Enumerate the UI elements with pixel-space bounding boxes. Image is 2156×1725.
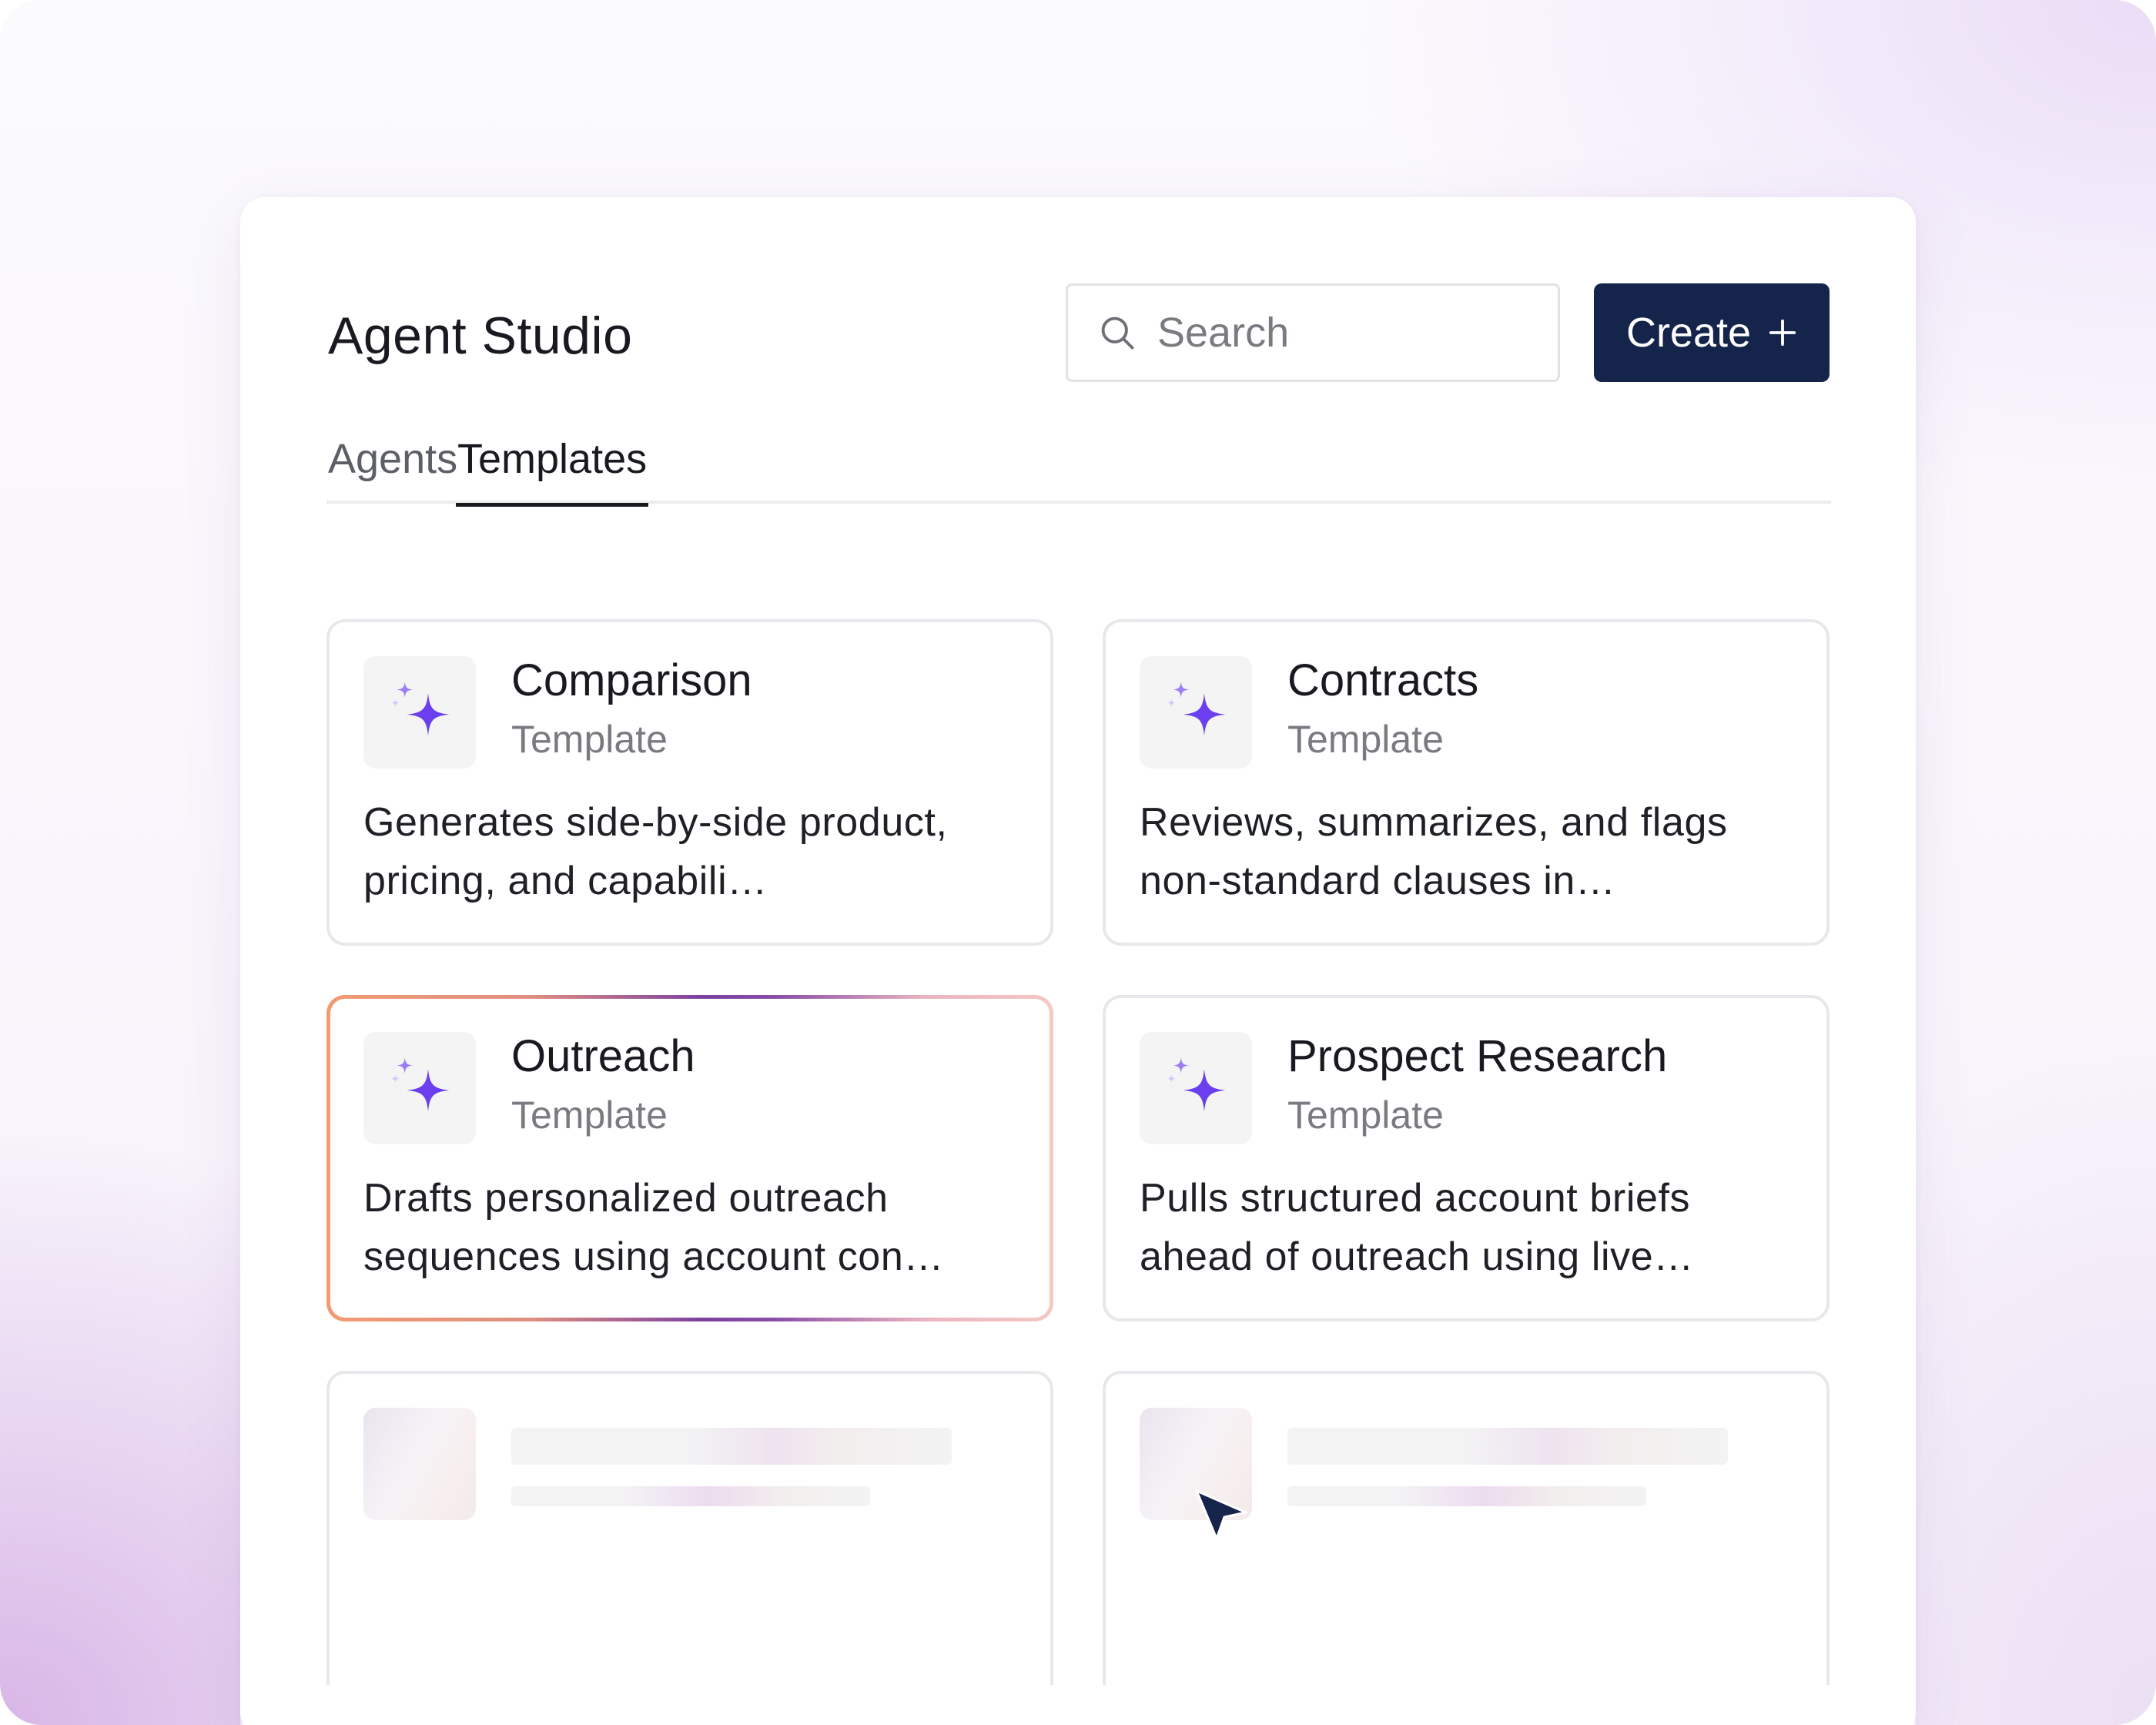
agent-studio-panel: Agent Studio Create Agents Templates Com… (240, 197, 1916, 1725)
skeleton-subtitle-line (1287, 1486, 1646, 1506)
tab-templates[interactable]: Templates (455, 428, 649, 507)
template-title: Comparison (511, 655, 752, 705)
tab-agents[interactable]: Agents (328, 428, 457, 504)
template-type-label: Template (1287, 718, 1444, 761)
template-title: Outreach (511, 1031, 695, 1081)
create-button[interactable]: Create (1594, 283, 1830, 382)
template-card-prospect-research[interactable]: Prospect Research Template Pulls structu… (1103, 995, 1830, 1321)
skeleton-subtitle-line (511, 1486, 870, 1506)
template-description: Pulls structured account briefs ahead of… (1140, 1176, 1694, 1279)
plus-icon (1769, 319, 1796, 347)
template-description: Generates side-by-side product, pricing,… (363, 800, 948, 903)
template-card-outreach[interactable]: Outreach Template Drafts personalized ou… (326, 995, 1053, 1321)
template-card-loading-placeholder (326, 1371, 1053, 1685)
template-type-label: Template (511, 718, 668, 761)
template-title: Prospect Research (1287, 1031, 1668, 1081)
template-icon-container (363, 1032, 476, 1144)
search-icon (1101, 317, 1134, 350)
bottom-fade (240, 1707, 1916, 1725)
sparkles-icon (390, 1057, 450, 1112)
sparkles-icon (1167, 682, 1226, 736)
skeleton-icon (363, 1408, 476, 1520)
page-title: Agent Studio (328, 306, 633, 365)
template-icon-container (363, 656, 476, 769)
tab-bar: Agents Templates (326, 428, 1831, 507)
template-type-label: Template (511, 1094, 668, 1137)
template-icon-container (1140, 656, 1252, 769)
mouse-pointer-icon (1195, 1489, 1247, 1540)
template-description: Reviews, summarizes, and flags non-stand… (1140, 800, 1728, 903)
template-card-contracts[interactable]: Contracts Template Reviews, summarizes, … (1103, 619, 1830, 946)
template-icon-container (1140, 1032, 1252, 1144)
template-card-comparison[interactable]: Comparison Template Generates side-by-si… (326, 619, 1053, 946)
template-description: Drafts personalized outreach sequences u… (363, 1176, 944, 1279)
search-input[interactable] (1157, 309, 1527, 357)
template-type-label: Template (1287, 1094, 1444, 1137)
skeleton-title-line (511, 1428, 952, 1465)
sparkles-icon (1167, 1057, 1226, 1112)
create-button-label: Create (1625, 310, 1752, 356)
search-box[interactable] (1066, 283, 1560, 382)
sparkles-icon (390, 682, 450, 736)
skeleton-title-line (1287, 1428, 1728, 1465)
template-title: Contracts (1287, 655, 1479, 705)
